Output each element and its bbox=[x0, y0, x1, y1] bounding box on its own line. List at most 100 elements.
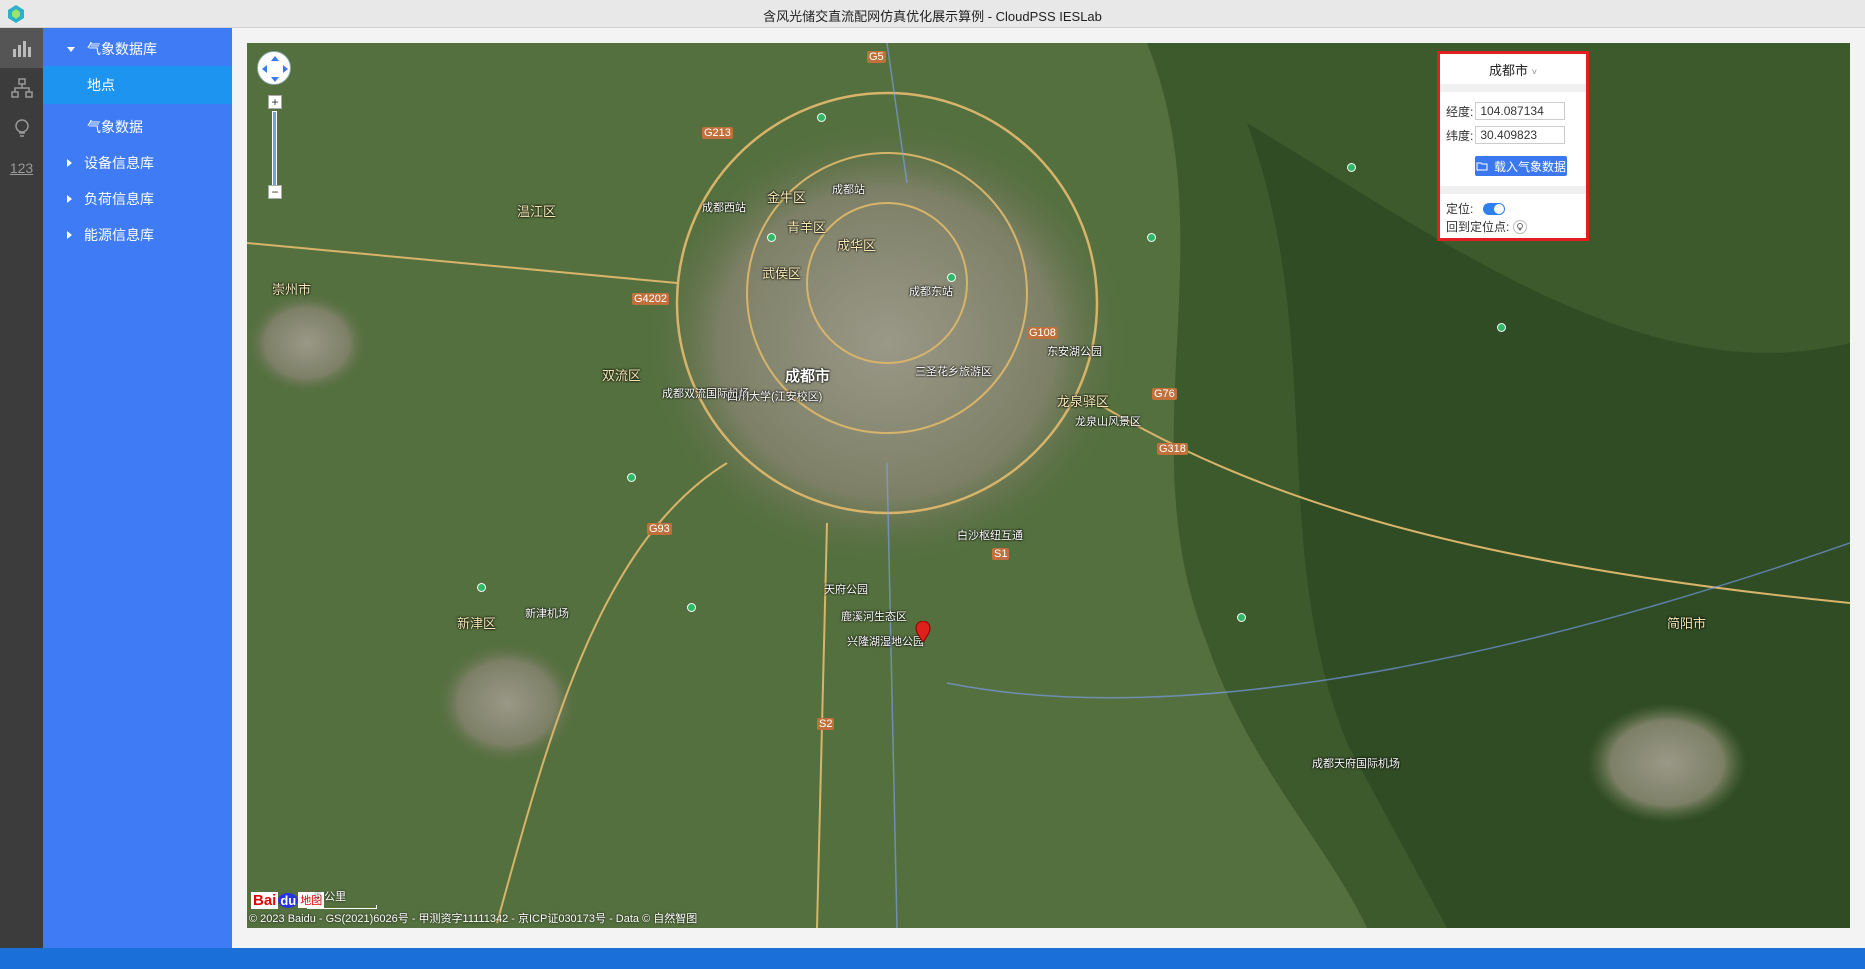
title-bar: 含风光储交直流配网仿真优化展示算例 - CloudPSS IESLab bbox=[0, 0, 1865, 28]
return-row: 回到定位点: bbox=[1446, 218, 1528, 235]
caret-right-icon bbox=[67, 231, 72, 239]
longitude-row: 经度: bbox=[1446, 102, 1566, 120]
load-weather-data-button[interactable]: 载入气象数据 bbox=[1475, 156, 1567, 176]
road-shield-g4202: G4202 bbox=[632, 293, 670, 305]
satellite-map[interactable]: 成都市 金牛区 青羊区 成华区 武侯区 双流区 龙泉驿区 新津区 温江区 崇州市… bbox=[247, 43, 1850, 928]
poi-marker[interactable] bbox=[1237, 613, 1246, 622]
poi-marker[interactable] bbox=[627, 473, 636, 482]
zoom-slider[interactable] bbox=[272, 111, 277, 189]
map-label-xinglong-park: 兴隆湖湿地公园 bbox=[847, 636, 924, 648]
tree-label: 能源信息库 bbox=[84, 227, 154, 243]
zoom-out-button[interactable]: − bbox=[268, 185, 282, 199]
poi-marker[interactable] bbox=[767, 233, 776, 242]
tree-label: 设备信息库 bbox=[84, 155, 154, 171]
pan-control[interactable] bbox=[257, 51, 291, 85]
location-pin-icon[interactable] bbox=[915, 621, 931, 643]
tree-node-device-db[interactable]: 设备信息库 bbox=[43, 146, 232, 180]
map-label-jinniu: 金牛区 bbox=[767, 190, 807, 205]
road-shield-g76: G76 bbox=[1152, 388, 1177, 400]
latitude-input[interactable] bbox=[1475, 126, 1566, 144]
tree-leaf-weather-data[interactable]: 气象数据 bbox=[43, 108, 232, 146]
caret-right-icon bbox=[67, 159, 72, 167]
rail-item-numbers[interactable]: 123 bbox=[0, 148, 43, 188]
map-scale-bar bbox=[307, 905, 377, 909]
folder-icon bbox=[1476, 162, 1488, 171]
map-label-xinjin-airport: 新津机场 bbox=[525, 608, 569, 620]
map-label-tianfu-park: 天府公园 bbox=[824, 584, 868, 596]
longitude-label: 经度: bbox=[1446, 104, 1474, 119]
window-title: 含风光储交直流配网仿真优化展示算例 - CloudPSS IESLab bbox=[763, 9, 1102, 24]
locate-label: 定位: bbox=[1446, 202, 1474, 216]
poi-marker[interactable] bbox=[687, 603, 696, 612]
map-label-chongzhou: 崇州市 bbox=[272, 282, 312, 297]
location-panel: 成都市 ˅ 经度: 纬度: 载入气象数据 bbox=[1437, 51, 1589, 241]
map-label-xinjin: 新津区 bbox=[457, 616, 497, 631]
city-name: 成都市 bbox=[1489, 63, 1529, 78]
poi-marker[interactable] bbox=[947, 273, 956, 282]
map-label-shuangliu: 双流区 bbox=[602, 368, 642, 383]
poi-marker[interactable] bbox=[1147, 233, 1156, 242]
location-target-icon bbox=[1517, 222, 1524, 231]
road-shield-s2: S2 bbox=[817, 718, 835, 730]
map-label-qingyang: 青羊区 bbox=[787, 220, 827, 235]
caret-down-icon bbox=[67, 46, 75, 52]
rail-item-chart[interactable] bbox=[0, 28, 43, 68]
city-selector[interactable]: 成都市 ˅ bbox=[1440, 60, 1586, 79]
map-label-chengdu-west: 成都西站 bbox=[702, 202, 746, 214]
longitude-input[interactable] bbox=[1475, 102, 1566, 120]
bulb-icon bbox=[14, 119, 29, 137]
panel-divider bbox=[1440, 186, 1586, 194]
map-label-chengdu-station: 成都站 bbox=[832, 184, 865, 196]
road-shield-g318: G318 bbox=[1157, 443, 1188, 455]
latitude-label: 纬度: bbox=[1446, 128, 1474, 143]
map-label-baisha: 白沙枢纽互通 bbox=[957, 530, 1023, 542]
road-shield-g108: G108 bbox=[1027, 327, 1058, 339]
map-label-east-lake: 东安湖公园 bbox=[1047, 346, 1102, 358]
status-bar bbox=[0, 948, 1865, 969]
numbers-label: 123 bbox=[9, 160, 34, 176]
poi-marker[interactable] bbox=[477, 583, 486, 592]
tree-node-weather-db[interactable]: 气象数据库 bbox=[43, 32, 232, 66]
road-shield-s1: S1 bbox=[992, 548, 1010, 560]
tree-label: 气象数据库 bbox=[87, 41, 157, 57]
baidu-logo-bai: Bai bbox=[251, 891, 279, 909]
road-shield-g5: G5 bbox=[867, 51, 886, 63]
map-copyright: © 2023 Baidu - GS(2021)6026号 - 甲测资字11111… bbox=[249, 913, 698, 925]
tree-node-energy-db[interactable]: 能源信息库 bbox=[43, 218, 232, 252]
map-label-city: 成都市 bbox=[785, 368, 831, 385]
latitude-row: 纬度: bbox=[1446, 126, 1566, 144]
rail-item-bulb[interactable] bbox=[0, 108, 43, 148]
road-shield-g213: G213 bbox=[702, 127, 733, 139]
map-label-luxi-park: 鹿溪河生态区 bbox=[841, 611, 907, 623]
map-label-jianyang: 简阳市 bbox=[1667, 616, 1707, 631]
map-label-longquanyi: 龙泉驿区 bbox=[1057, 394, 1110, 409]
tree-leaf-location[interactable]: 地点 bbox=[43, 66, 232, 104]
zoom-in-button[interactable]: + bbox=[268, 95, 282, 109]
poi-marker[interactable] bbox=[1347, 163, 1356, 172]
icon-rail: 123 bbox=[0, 28, 43, 948]
road-shield-g93: G93 bbox=[647, 523, 672, 535]
chevron-down-icon: ˅ bbox=[1531, 67, 1537, 77]
map-scale-label: 5 公里 bbox=[315, 891, 347, 903]
pan-arrows-icon bbox=[262, 56, 288, 82]
bar-chart-icon bbox=[12, 41, 31, 57]
poi-marker[interactable] bbox=[817, 113, 826, 122]
poi-marker[interactable] bbox=[1497, 323, 1506, 332]
main-area: 成都市 金牛区 青羊区 成华区 武侯区 双流区 龙泉驿区 新津区 温江区 崇州市… bbox=[232, 28, 1865, 948]
tree-node-load-db[interactable]: 负荷信息库 bbox=[43, 182, 232, 216]
baidu-paw-icon: du bbox=[278, 892, 299, 908]
app-window: 含风光储交直流配网仿真优化展示算例 - CloudPSS IESLab 123 … bbox=[0, 0, 1865, 969]
map-label-wuhou: 武侯区 bbox=[762, 266, 802, 281]
tree-label: 负荷信息库 bbox=[84, 191, 154, 207]
locate-toggle[interactable] bbox=[1483, 202, 1506, 215]
map-label-longquan-park: 龙泉山风景区 bbox=[1075, 416, 1141, 428]
network-icon bbox=[10, 78, 33, 98]
rail-item-network[interactable] bbox=[0, 68, 43, 108]
map-label-chenghua: 成华区 bbox=[837, 238, 877, 253]
caret-right-icon bbox=[67, 195, 72, 203]
load-weather-data-label: 载入气象数据 bbox=[1493, 159, 1566, 174]
panel-divider bbox=[1440, 84, 1586, 92]
map-label-wenjiang: 温江区 bbox=[517, 204, 557, 219]
map-label-chengdu-east: 成都东站 bbox=[909, 286, 953, 298]
return-to-location-button[interactable] bbox=[1513, 219, 1528, 234]
